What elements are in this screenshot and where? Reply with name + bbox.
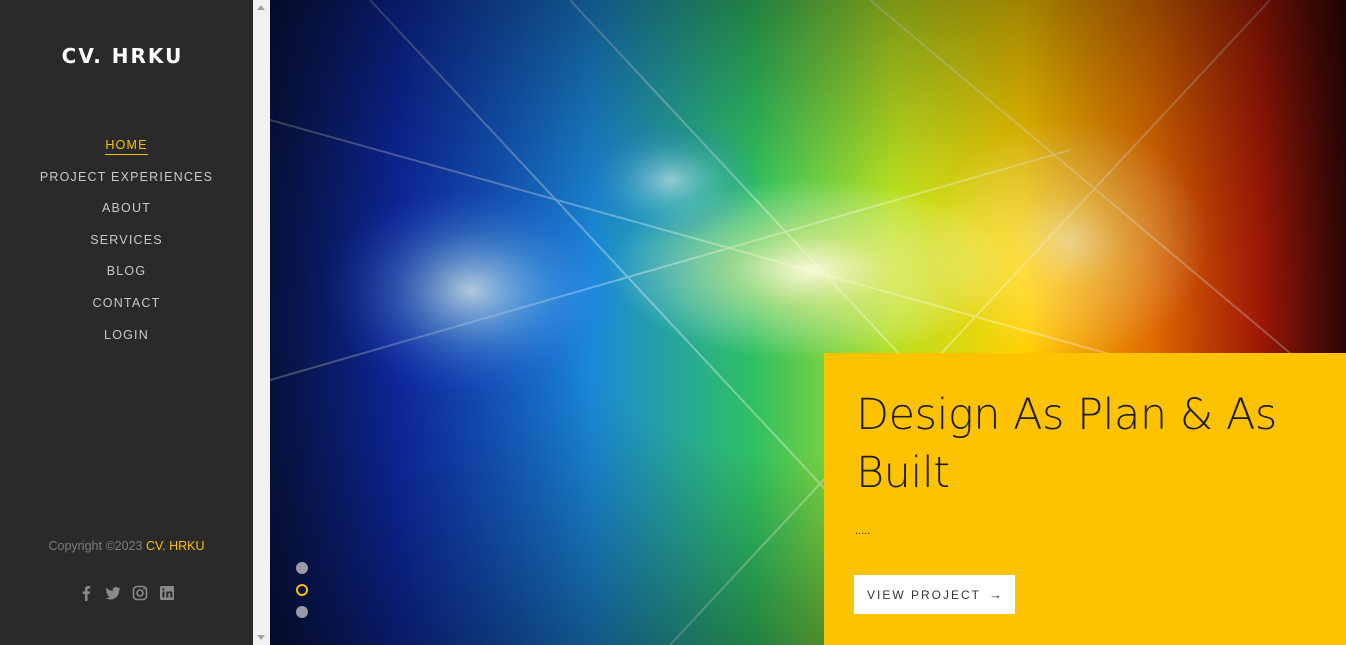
sidebar: CV. HRKU HOME PROJECT EXPERIENCES ABOUT … — [0, 0, 253, 645]
social-links — [0, 584, 253, 601]
linkedin-icon[interactable] — [159, 584, 176, 601]
nav-item-contact[interactable]: CONTACT — [93, 296, 161, 312]
site-logo[interactable]: CV. HRKU — [0, 44, 245, 68]
copyright: Copyright ©2023 CV. HRKU — [0, 539, 253, 553]
nav-item-services[interactable]: SERVICES — [90, 233, 163, 249]
copyright-brand-link[interactable]: CV. HRKU — [146, 539, 205, 553]
copyright-text: Copyright ©2023 — [48, 539, 146, 553]
slider-pagination — [296, 562, 308, 628]
nav-item-about[interactable]: ABOUT — [102, 201, 151, 217]
nav-item-home[interactable]: HOME — [105, 138, 148, 155]
nav-item-project-experiences[interactable]: PROJECT EXPERIENCES — [40, 170, 213, 186]
nav-item-login[interactable]: LOGIN — [104, 328, 149, 344]
main-nav: HOME PROJECT EXPERIENCES ABOUT SERVICES … — [0, 136, 253, 357]
scroll-up-arrow-icon[interactable] — [257, 5, 265, 10]
view-project-button[interactable]: VIEW PROJECT → — [854, 575, 1015, 614]
facebook-icon[interactable] — [78, 584, 95, 601]
slider-dot-3[interactable] — [296, 606, 308, 618]
slider-dot-2[interactable] — [296, 584, 308, 596]
slide-title: Design As Plan & As Built — [856, 390, 1277, 498]
instagram-icon[interactable] — [132, 584, 149, 601]
slide-description: ..... — [855, 525, 871, 537]
arrow-right-icon: → — [989, 587, 1002, 602]
twitter-icon[interactable] — [105, 584, 122, 601]
scroll-down-arrow-icon[interactable] — [257, 635, 265, 640]
slide-caption: Design As Plan & As Built ..... VIEW PRO… — [824, 353, 1346, 645]
slider-dot-1[interactable] — [296, 562, 308, 574]
view-project-label: VIEW PROJECT — [866, 587, 981, 602]
nav-item-blog[interactable]: BLOG — [107, 264, 147, 280]
sidebar-scrollbar[interactable] — [253, 0, 270, 645]
